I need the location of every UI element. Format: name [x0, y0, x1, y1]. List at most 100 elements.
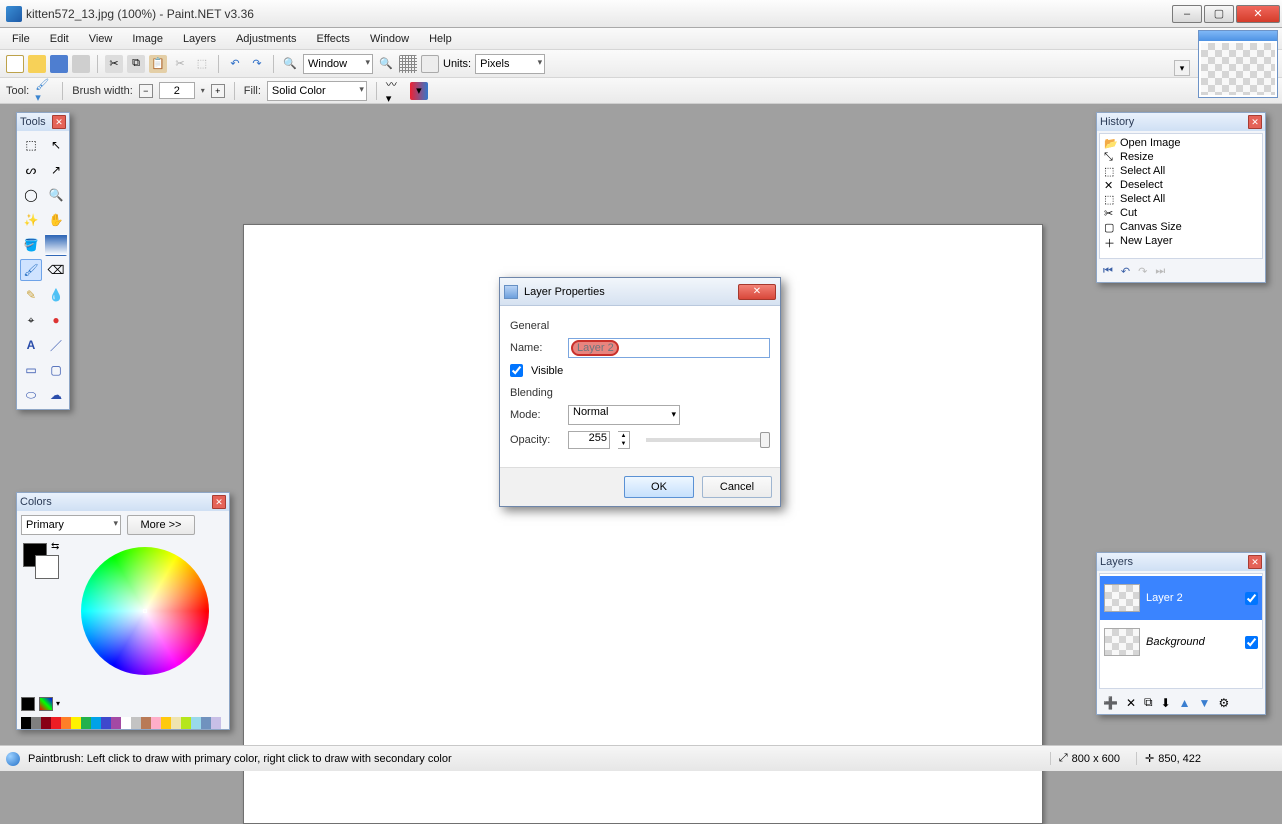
tools-close-button[interactable]: ✕ — [52, 115, 66, 129]
minimize-button[interactable]: – — [1172, 5, 1202, 23]
menu-layers[interactable]: Layers — [175, 31, 224, 47]
colors-more-button[interactable]: More >> — [127, 515, 195, 535]
tool-wand[interactable]: ✨ — [20, 209, 42, 231]
layer-list[interactable]: Layer 2 Background — [1099, 573, 1263, 689]
opacity-input[interactable]: 255 — [568, 431, 610, 449]
tool-rect-shape[interactable]: ▭ — [20, 359, 42, 381]
tool-picker[interactable]: 💧 — [45, 284, 67, 306]
opacity-slider[interactable] — [646, 438, 770, 442]
palette-swatch[interactable] — [151, 717, 161, 729]
ok-button[interactable]: OK — [624, 476, 694, 498]
current-color-swatch[interactable] — [21, 697, 35, 711]
menu-view[interactable]: View — [81, 31, 121, 47]
tool-recolor[interactable]: ● — [45, 309, 67, 331]
layer-delete-button[interactable]: ✕ — [1126, 696, 1136, 710]
menu-edit[interactable]: Edit — [42, 31, 77, 47]
zoom-select[interactable]: Window — [303, 54, 373, 74]
history-list[interactable]: 📂Open Image ⤡Resize ⬚Select All ✕Deselec… — [1099, 133, 1263, 259]
palette-swatch[interactable] — [41, 717, 51, 729]
dialog-header[interactable]: Layer Properties ✕ — [500, 278, 780, 306]
tool-pan[interactable]: ✋ — [45, 209, 67, 231]
tool-pencil[interactable]: ✎ — [20, 284, 42, 306]
layer-row[interactable]: Background — [1100, 620, 1262, 664]
layer-properties-dialog[interactable]: Layer Properties ✕ General Name: Layer 2… — [499, 277, 781, 507]
tool-brush[interactable]: 🖌 — [20, 259, 42, 281]
swap-colors-button[interactable]: ⇆ — [51, 541, 59, 552]
palette-swatch[interactable] — [131, 717, 141, 729]
layer-visible-checkbox[interactable] — [1245, 592, 1258, 605]
tool-lasso[interactable]: ᔕ — [20, 159, 42, 181]
palette-swatch[interactable] — [181, 717, 191, 729]
secondary-color-swatch[interactable] — [35, 555, 59, 579]
history-close-button[interactable]: ✕ — [1248, 115, 1262, 129]
tool-move[interactable]: ↖ — [45, 134, 67, 156]
menu-help[interactable]: Help — [421, 31, 460, 47]
undo-button[interactable]: ↶ — [226, 55, 244, 73]
palette-swatch[interactable] — [71, 717, 81, 729]
deselect-button[interactable]: ⬚ — [193, 55, 211, 73]
menu-window[interactable]: Window — [362, 31, 417, 47]
menu-effects[interactable]: Effects — [309, 31, 358, 47]
layer-movedown-button[interactable]: ▼ — [1199, 696, 1211, 710]
mode-select[interactable]: Normal — [568, 405, 680, 425]
history-undo-button[interactable]: ↶ — [1121, 265, 1130, 278]
palette-swatch[interactable] — [121, 717, 131, 729]
dialog-close-button[interactable]: ✕ — [738, 284, 776, 300]
copy-button[interactable]: ⧉ — [127, 55, 145, 73]
palette-swatch[interactable] — [91, 717, 101, 729]
tool-ellipse-shape[interactable]: ⬭ — [20, 384, 42, 406]
palette-swatch[interactable] — [191, 717, 201, 729]
name-input[interactable]: Layer 2 — [568, 338, 770, 358]
tools-panel[interactable]: Tools✕ ⬚ ↖ ᔕ ↗ ◯ 🔍 ✨ ✋ 🪣 🖌 ⌫ ✎ 💧 ⌖ ● A ／… — [16, 112, 70, 410]
history-first-button[interactable]: ⏮ — [1103, 265, 1113, 278]
tool-roundrect-shape[interactable]: ▢ — [45, 359, 67, 381]
tool-line[interactable]: ／ — [45, 334, 67, 356]
close-button[interactable]: ✕ — [1236, 5, 1280, 23]
palette-swatch[interactable] — [211, 717, 221, 729]
palette-swatch[interactable] — [171, 717, 181, 729]
opacity-spin[interactable]: ▲▼ — [618, 431, 630, 449]
grid-button[interactable] — [399, 55, 417, 73]
brush-inc-button[interactable]: + — [211, 84, 225, 98]
menu-file[interactable]: File — [4, 31, 38, 47]
tool-rect-select[interactable]: ⬚ — [20, 134, 42, 156]
brush-dec-button[interactable]: − — [139, 84, 153, 98]
blend-button[interactable]: ▾ — [410, 82, 428, 100]
palette-swatch[interactable] — [161, 717, 171, 729]
redo-button[interactable]: ↷ — [248, 55, 266, 73]
layers-close-button[interactable]: ✕ — [1248, 555, 1262, 569]
layer-visible-checkbox[interactable] — [1245, 636, 1258, 649]
colors-panel[interactable]: Colors✕ Primary More >> ⇆ — [16, 492, 230, 730]
cut-button[interactable]: ✂ — [105, 55, 123, 73]
overview-panel[interactable] — [1198, 30, 1278, 98]
overview-header[interactable] — [1199, 31, 1277, 41]
palette-swatch[interactable] — [21, 717, 31, 729]
new-button[interactable] — [6, 55, 24, 73]
tool-ellipse-select[interactable]: ◯ — [20, 184, 42, 206]
print-button[interactable] — [72, 55, 90, 73]
layers-panel[interactable]: Layers✕ Layer 2 Background ➕ ✕ ⧉ ⬇ ▲ ▼ ⚙ — [1096, 552, 1266, 715]
layer-add-button[interactable]: ➕ — [1103, 696, 1118, 710]
visible-checkbox[interactable] — [510, 364, 523, 377]
antialias-button[interactable]: 〰 ▾ — [386, 82, 404, 100]
color-wheel[interactable] — [81, 547, 209, 675]
units-select[interactable]: Pixels — [475, 54, 545, 74]
layer-merge-button[interactable]: ⬇ — [1161, 696, 1171, 710]
palette-swatch[interactable] — [141, 717, 151, 729]
maximize-button[interactable]: ▢ — [1204, 5, 1234, 23]
palette-swatch[interactable] — [81, 717, 91, 729]
tool-eraser[interactable]: ⌫ — [45, 259, 67, 281]
open-button[interactable] — [28, 55, 46, 73]
tool-gradient[interactable] — [45, 234, 67, 256]
palette-swatch[interactable] — [111, 717, 121, 729]
layer-moveup-button[interactable]: ▲ — [1179, 696, 1191, 710]
menu-adjustments[interactable]: Adjustments — [228, 31, 305, 47]
tool-zoom[interactable]: 🔍 — [45, 184, 67, 206]
image-list-button[interactable]: ▾ — [1174, 60, 1190, 76]
palette-add-button[interactable] — [39, 697, 53, 711]
color-target-select[interactable]: Primary — [21, 515, 121, 535]
save-button[interactable] — [50, 55, 68, 73]
cancel-button[interactable]: Cancel — [702, 476, 772, 498]
tool-bucket[interactable]: 🪣 — [20, 234, 42, 256]
palette-swatch[interactable] — [101, 717, 111, 729]
